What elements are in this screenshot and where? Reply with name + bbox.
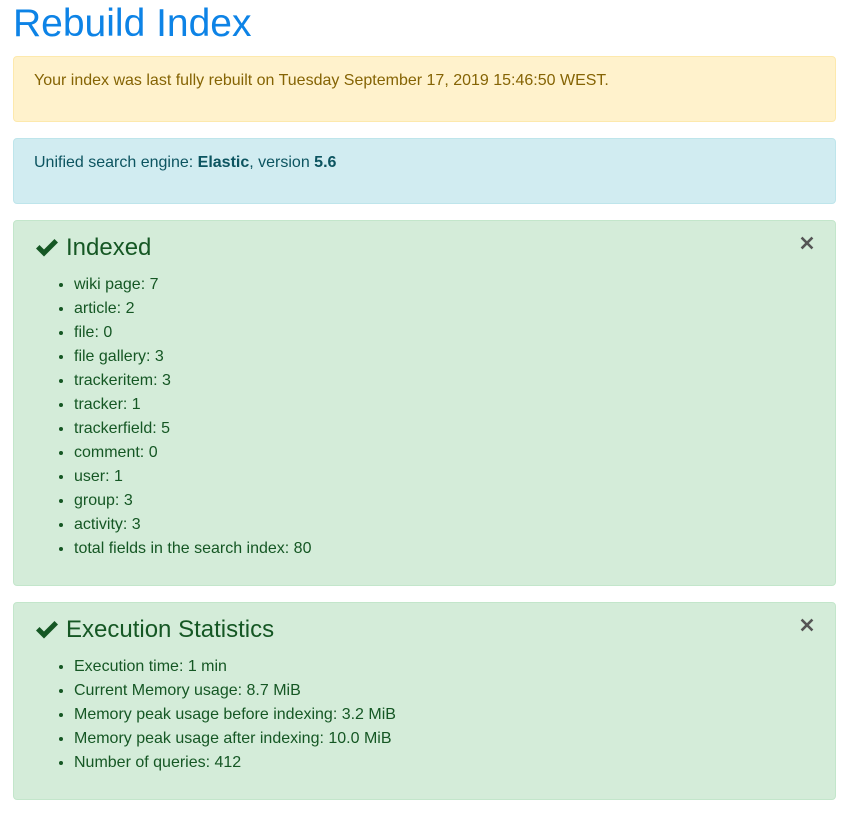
list-item: trackerfield: 5 xyxy=(74,417,815,441)
list-item: Memory peak usage before indexing: 3.2 M… xyxy=(74,703,815,727)
list-item: user: 1 xyxy=(74,465,815,489)
search-engine-version: 5.6 xyxy=(314,154,337,171)
list-item: file gallery: 3 xyxy=(74,345,815,369)
list-item: group: 3 xyxy=(74,489,815,513)
page: Rebuild Index Your index was last fully … xyxy=(0,0,867,826)
list-item: total fields in the search index: 80 xyxy=(74,537,815,561)
list-item: Current Memory usage: 8.7 MiB xyxy=(74,679,815,703)
check-icon xyxy=(34,237,60,259)
list-item: wiki page: 7 xyxy=(74,273,815,297)
search-engine-prefix: Unified search engine: xyxy=(34,154,198,171)
list-item: tracker: 1 xyxy=(74,393,815,417)
list-item: trackeritem: 3 xyxy=(74,369,815,393)
indexed-heading: Indexed xyxy=(34,233,815,263)
indexed-list: wiki page: 7article: 2file: 0file galler… xyxy=(14,273,815,561)
search-engine-version-prefix: , version xyxy=(249,154,315,171)
last-rebuild-text: Your index was last fully rebuilt on Tue… xyxy=(34,72,609,89)
page-title: Rebuild Index xyxy=(13,2,252,45)
execution-statistics-title: Execution Statistics xyxy=(66,616,275,643)
indexed-title: Indexed xyxy=(66,234,152,261)
close-icon[interactable] xyxy=(799,617,815,633)
list-item: Memory peak usage after indexing: 10.0 M… xyxy=(74,727,815,751)
indexed-alert: Indexed wiki page: 7article: 2file: 0fil… xyxy=(13,220,836,586)
list-item: article: 2 xyxy=(74,297,815,321)
list-item: comment: 0 xyxy=(74,441,815,465)
execution-statistics-alert: Execution Statistics Execution time: 1 m… xyxy=(13,602,836,800)
last-rebuild-alert: Your index was last fully rebuilt on Tue… xyxy=(13,56,836,122)
list-item: Number of queries: 412 xyxy=(74,751,815,775)
list-item: file: 0 xyxy=(74,321,815,345)
search-engine-alert: Unified search engine: Elastic, version … xyxy=(13,138,836,204)
execution-statistics-heading: Execution Statistics xyxy=(34,615,815,645)
search-engine-name: Elastic xyxy=(197,154,250,171)
list-item: activity: 3 xyxy=(74,513,815,537)
search-engine-text: Unified search engine: Elastic, version … xyxy=(34,153,815,173)
close-icon[interactable] xyxy=(799,235,815,251)
list-item: Execution time: 1 min xyxy=(74,655,815,679)
execution-statistics-list: Execution time: 1 minCurrent Memory usag… xyxy=(14,655,815,775)
check-icon xyxy=(34,619,60,641)
